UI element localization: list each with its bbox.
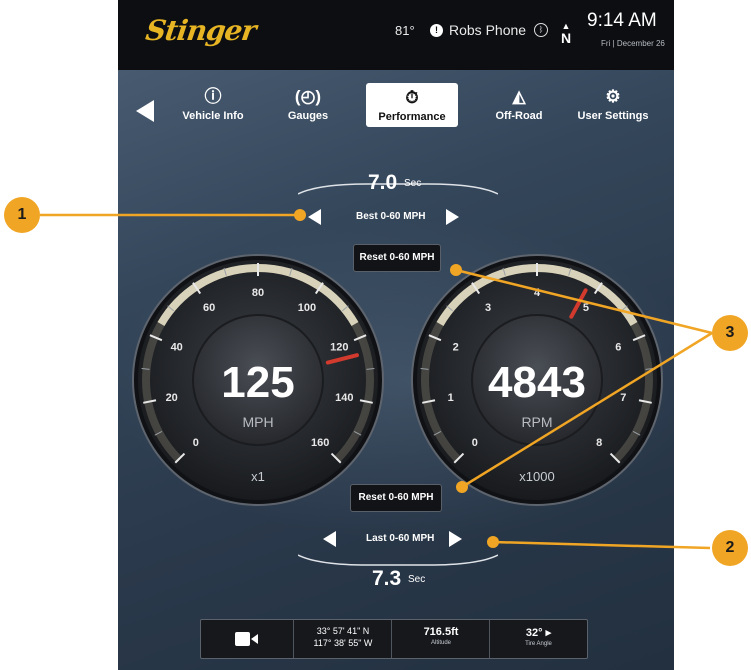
callout-2: 2 — [712, 530, 748, 566]
callout-1: 1 — [4, 197, 40, 233]
callout-lines — [40, 209, 713, 550]
callout-3: 3 — [712, 315, 748, 351]
